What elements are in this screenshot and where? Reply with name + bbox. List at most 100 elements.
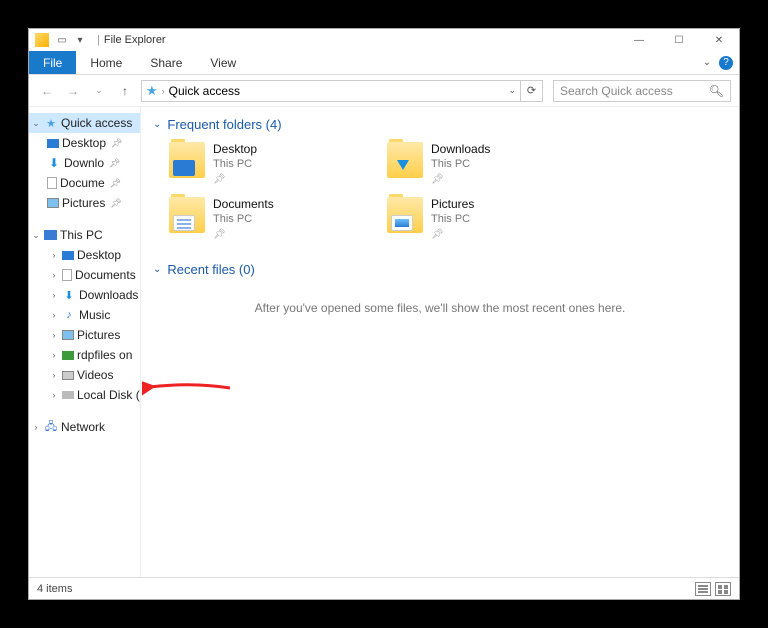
ribbon-tabs: File Home Share View ⌄ ? xyxy=(29,51,739,75)
pin-icon: 📌︎ xyxy=(431,227,474,242)
quick-access-toolbar: ▭ ▾ xyxy=(55,33,87,47)
qat-properties-icon[interactable]: ▭ xyxy=(55,33,69,47)
sidebar-item-label: Videos xyxy=(77,368,113,382)
sidebar-item-label: Network xyxy=(61,420,105,434)
address-dropdown-icon[interactable]: ⌄ xyxy=(508,85,516,96)
pin-icon: 📌︎ xyxy=(110,198,121,209)
sidebar-item-downloads[interactable]: ›⬇Downloads xyxy=(29,285,140,305)
sidebar-item-label: Downlo xyxy=(64,156,104,170)
frequent-folders-heading[interactable]: ⌄ Frequent folders (4) xyxy=(153,117,727,132)
maximize-button[interactable]: ☐ xyxy=(659,29,699,51)
sidebar-quick-access[interactable]: ⌄ ★ Quick access xyxy=(29,113,140,133)
qat-newfolder-icon[interactable]: ▾ xyxy=(73,33,87,47)
folder-name: Desktop xyxy=(213,142,257,157)
sidebar-item-desktop[interactable]: › Desktop xyxy=(29,245,140,265)
sidebar-item-local-disk[interactable]: › Local Disk ( xyxy=(29,385,140,405)
download-icon: ⬇ xyxy=(47,156,61,170)
sidebar-network[interactable]: › 🖧 Network xyxy=(29,417,140,437)
address-bar[interactable]: ★ › Quick access ⌄ xyxy=(141,80,521,102)
title-separator: | xyxy=(97,34,100,46)
tab-home[interactable]: Home xyxy=(76,51,136,74)
document-icon xyxy=(62,269,72,281)
sidebar-item-desktop[interactable]: Desktop📌︎ xyxy=(29,133,140,153)
folder-name: Pictures xyxy=(431,197,474,212)
forward-button[interactable]: → xyxy=(63,81,83,101)
chevron-right-icon[interactable]: › xyxy=(49,270,59,280)
chevron-right-icon[interactable]: › xyxy=(49,370,59,380)
chevron-right-icon[interactable]: › xyxy=(49,310,59,320)
quick-access-star-icon: ★ xyxy=(146,83,158,99)
sidebar-item-pictures[interactable]: Pictures 📌︎ xyxy=(29,193,140,213)
music-icon: ♪ xyxy=(62,308,76,322)
folder-pictures[interactable]: Pictures This PC 📌︎ xyxy=(387,197,577,242)
details-view-button[interactable] xyxy=(695,582,711,596)
sidebar-this-pc[interactable]: ⌄ This PC xyxy=(29,225,140,245)
sidebar-item-label: Local Disk ( xyxy=(77,388,140,402)
folder-location: This PC xyxy=(431,157,490,172)
back-button[interactable]: ← xyxy=(37,81,57,101)
pin-icon: 📌︎ xyxy=(110,178,121,189)
search-placeholder: Search Quick access xyxy=(560,84,673,98)
chevron-right-icon[interactable]: › xyxy=(49,330,59,340)
sidebar-item-label: Desktop xyxy=(77,248,121,262)
sidebar-item-rdpfiles[interactable]: › rdpfiles on xyxy=(29,345,140,365)
app-icon xyxy=(35,33,49,47)
sidebar-item-label: Music xyxy=(79,308,110,322)
frequent-folders-grid: Desktop This PC 📌︎ Downloads This PC 📌︎ xyxy=(169,142,727,242)
chevron-right-icon[interactable]: › xyxy=(49,250,59,260)
tab-share[interactable]: Share xyxy=(136,51,196,74)
minimize-button[interactable]: — xyxy=(619,29,659,51)
up-button[interactable]: ↑ xyxy=(115,81,135,101)
sidebar-item-music[interactable]: ›♪Music xyxy=(29,305,140,325)
chevron-right-icon[interactable]: › xyxy=(49,290,59,300)
chevron-down-icon[interactable]: ⌄ xyxy=(31,230,41,241)
sidebar-item-downloads[interactable]: ⬇Downlo📌︎ xyxy=(29,153,140,173)
sidebar-item-label: rdpfiles on xyxy=(77,348,132,362)
close-button[interactable]: ✕ xyxy=(699,29,739,51)
folder-icon xyxy=(169,197,205,233)
navigation-pane: ⌄ ★ Quick access Desktop📌︎ ⬇Downlo📌︎ Doc… xyxy=(29,107,141,577)
star-icon: ★ xyxy=(44,116,58,130)
sidebar-item-label: Pictures xyxy=(62,196,105,210)
sidebar-item-documents[interactable]: Docume📌︎ xyxy=(29,173,140,193)
sidebar-item-documents[interactable]: ›Documents xyxy=(29,265,140,285)
status-bar: 4 items xyxy=(29,577,739,599)
chevron-down-icon[interactable]: ⌄ xyxy=(31,118,41,129)
folder-location: This PC xyxy=(431,212,474,227)
navigation-bar: ← → ⌄ ↑ ★ › Quick access ⌄ ⟳ Search Quic… xyxy=(29,75,739,107)
chevron-right-icon[interactable]: › xyxy=(31,422,41,432)
sidebar-item-label: This PC xyxy=(60,228,103,242)
section-title: Frequent folders (4) xyxy=(167,117,281,132)
window-title: File Explorer xyxy=(104,34,166,46)
sidebar-item-videos[interactable]: › Videos xyxy=(29,365,140,385)
pin-icon: 📌︎ xyxy=(431,172,490,187)
folder-desktop[interactable]: Desktop This PC 📌︎ xyxy=(169,142,359,187)
refresh-button[interactable]: ⟳ xyxy=(521,80,543,102)
recent-locations-button[interactable]: ⌄ xyxy=(89,81,109,101)
desktop-icon xyxy=(47,139,59,148)
file-explorer-window: ▭ ▾ | File Explorer — ☐ ✕ File Home Shar… xyxy=(28,28,740,600)
sidebar-item-label: Quick access xyxy=(61,116,132,130)
folder-location: This PC xyxy=(213,157,257,172)
desktop-icon xyxy=(62,251,74,260)
folder-documents[interactable]: Documents This PC 📌︎ xyxy=(169,197,359,242)
thumbnails-view-button[interactable] xyxy=(715,582,731,596)
sidebar-item-label: Pictures xyxy=(77,328,120,342)
titlebar: ▭ ▾ | File Explorer — ☐ ✕ xyxy=(29,29,739,51)
chevron-down-icon: ⌄ xyxy=(153,264,161,275)
pc-icon xyxy=(44,230,57,240)
ribbon-expand-button[interactable]: ⌄ xyxy=(695,57,719,68)
pin-icon: 📌︎ xyxy=(213,227,274,242)
tab-file[interactable]: File xyxy=(29,51,76,74)
recent-files-heading[interactable]: ⌄ Recent files (0) xyxy=(153,262,727,277)
chevron-right-icon[interactable]: › xyxy=(49,390,59,400)
sidebar-item-pictures[interactable]: › Pictures xyxy=(29,325,140,345)
section-title: Recent files (0) xyxy=(167,262,254,277)
network-drive-icon xyxy=(62,351,74,360)
search-input[interactable]: Search Quick access 🔍︎ xyxy=(553,80,731,102)
folder-downloads[interactable]: Downloads This PC 📌︎ xyxy=(387,142,577,187)
body: ⌄ ★ Quick access Desktop📌︎ ⬇Downlo📌︎ Doc… xyxy=(29,107,739,577)
help-icon[interactable]: ? xyxy=(719,56,733,70)
tab-view[interactable]: View xyxy=(196,51,250,74)
chevron-right-icon[interactable]: › xyxy=(49,350,59,360)
